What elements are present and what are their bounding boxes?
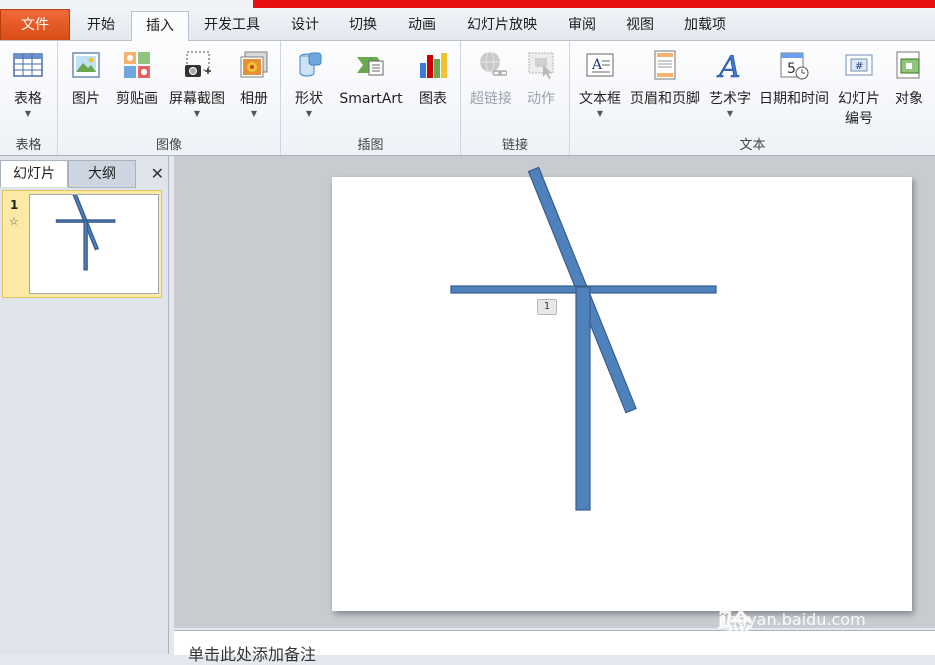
watermark-url: jingyan.baidu.com <box>718 610 866 629</box>
notes-placeholder: 单击此处添加备注 <box>188 645 317 664</box>
watermark-logo: Bai du 经验 <box>718 558 893 647</box>
vertical-post-shape[interactable] <box>575 286 591 511</box>
watermark: Bai du 经验 jingyan.baidu.com <box>716 550 916 647</box>
